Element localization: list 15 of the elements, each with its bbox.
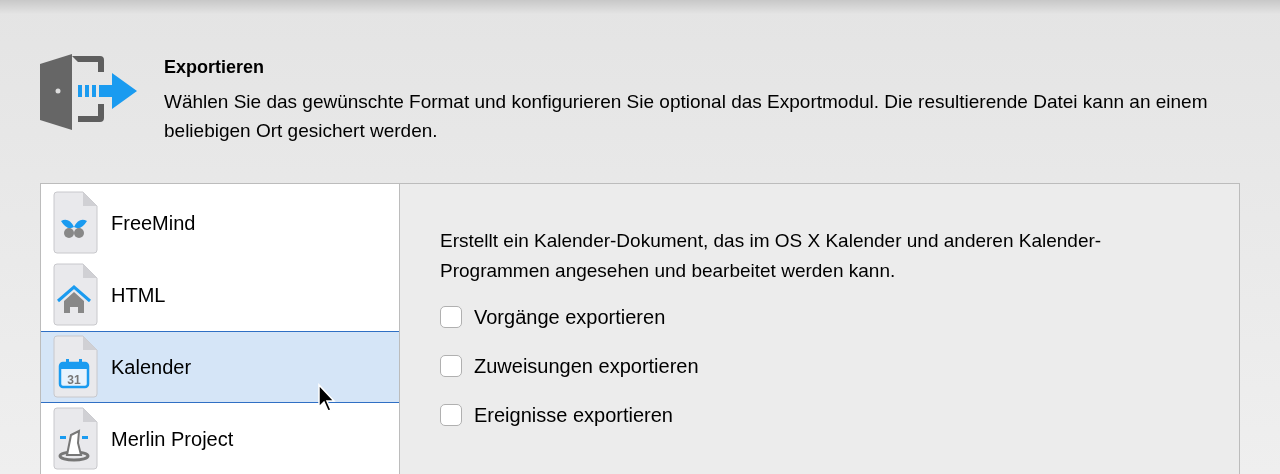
checkbox[interactable]: [440, 306, 462, 328]
house-icon: [57, 285, 91, 313]
checkbox-label: Vorgänge exportieren: [474, 305, 666, 330]
dialog-title: Exportieren: [164, 56, 266, 79]
wizard-hat-icon: [58, 429, 90, 462]
calendar-icon: 31: [58, 359, 90, 389]
dialog-description: Wählen Sie das gewünschte Format und konfigurieren Sie optional das Exportmodul. Die resultierende Datei kann an einem beliebigen Ort gesichert werden.: [164, 90, 1209, 143]
butterfly-icon: [61, 219, 87, 238]
checkbox[interactable]: [440, 355, 462, 377]
format-list-item[interactable]: 31 Kalender: [41, 331, 399, 403]
mouse-pointer-icon: [317, 383, 337, 413]
checkbox[interactable]: [440, 404, 462, 426]
checkbox-label: Zuweisungen exportieren: [474, 354, 699, 379]
checkbox-label: Ereignisse exportieren: [474, 403, 673, 428]
options-description: Erstellt ein Kalender-Dokument, das im OS X Kalender und anderen Kalender-Programmen angesehen und bearbeitet werden kann.: [440, 229, 1103, 283]
